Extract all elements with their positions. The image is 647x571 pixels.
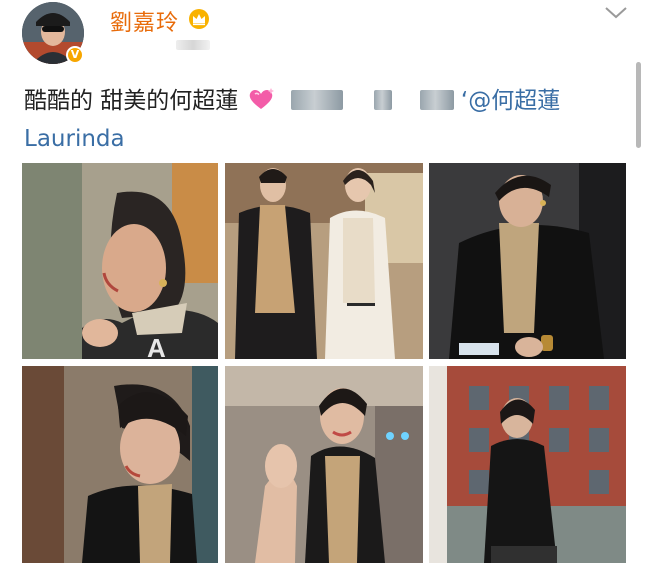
photo-5[interactable] <box>225 366 423 563</box>
verified-badge: V <box>66 46 84 64</box>
sparkling-heart-icon <box>249 88 274 109</box>
weibo-post-card: V 劉嘉玲 酷酷的 甜美的何超蓮 ‘@何超蓮 Laurinda A <box>0 0 647 571</box>
redacted-text <box>290 90 343 110</box>
photo-6[interactable] <box>429 366 626 563</box>
photo-grid: A <box>22 163 626 563</box>
post-text: 酷酷的 甜美的何超蓮 ‘@何超蓮 Laurinda <box>24 82 624 158</box>
photo-2[interactable] <box>225 163 423 359</box>
redacted-text <box>419 90 454 110</box>
post-meta-redacted <box>176 40 210 50</box>
post-text-main: 酷酷的 甜美的何超蓮 <box>24 88 239 114</box>
author-name[interactable]: 劉嘉玲 <box>110 5 179 37</box>
mention-handle-continued: Laurinda <box>24 126 125 152</box>
svg-text:A: A <box>147 333 166 359</box>
crown-icon <box>189 9 209 29</box>
scrollbar[interactable] <box>636 62 641 148</box>
redacted-text <box>374 90 393 110</box>
photo-3[interactable] <box>429 163 626 359</box>
mention-handle: @何超蓮 <box>468 88 561 114</box>
chevron-down-icon[interactable] <box>604 6 628 20</box>
photo-4[interactable] <box>22 366 218 563</box>
photo-1[interactable]: A <box>22 163 218 359</box>
